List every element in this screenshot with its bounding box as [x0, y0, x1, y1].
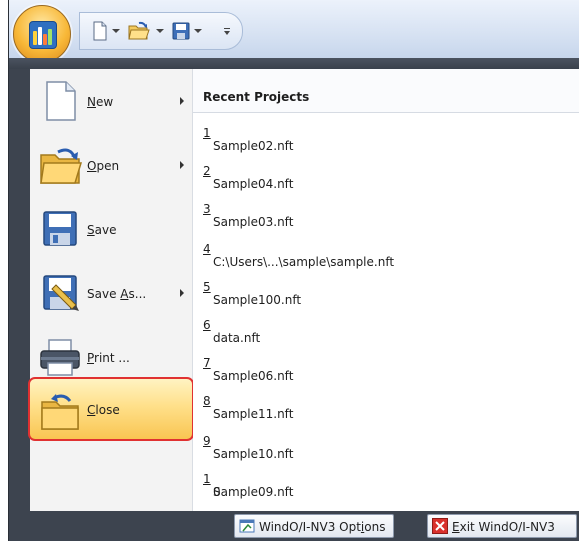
open-folder-icon: [40, 148, 82, 184]
new-document-icon: [46, 81, 76, 121]
open-folder-icon[interactable]: [128, 21, 150, 41]
submenu-arrow-icon: [180, 97, 184, 105]
quick-access-toolbar: [79, 12, 243, 50]
options-button[interactable]: WindO/I-NV3 Options: [234, 514, 394, 538]
application-window: New Open Save Save As... Print ... Close…: [8, 0, 579, 541]
menu-top-strip: [9, 58, 579, 69]
menu-item-close-label: Close: [87, 403, 120, 417]
recent-project-label: 5 Sample100.nft: [203, 280, 302, 307]
exit-button[interactable]: Exit WindO/I-NV3: [427, 514, 577, 538]
recent-project-item[interactable]: 4 C:\Users\...\sample\sample.nft: [193, 229, 579, 269]
close-folder-icon: [41, 394, 79, 430]
menu-bottom-bar: WindO/I-NV3 Options Exit WindO/I-NV3: [9, 511, 579, 541]
recent-project-label: 7 Sample06.nft: [203, 356, 294, 383]
recent-project-item[interactable]: 9 Sample10.nft: [193, 421, 579, 461]
save-disk-icon[interactable]: [172, 21, 190, 41]
application-menu-panel: New Open Save Save As... Print ... Close…: [28, 69, 579, 511]
recent-project-item[interactable]: 8 Sample11.nft: [193, 381, 579, 421]
menu-commands: New Open Save Save As... Print ... Close: [28, 69, 194, 511]
menu-item-save-label: Save: [87, 223, 117, 237]
recent-project-label: 1 Sample02.nft: [203, 126, 294, 153]
recent-project-item[interactable]: 5 Sample100.nft: [193, 267, 579, 307]
new-dropdown-icon[interactable]: [112, 29, 120, 33]
title-bar: [9, 0, 579, 63]
menu-item-close[interactable]: Close: [28, 377, 194, 441]
menu-item-save-as-label: Save As...: [87, 287, 147, 301]
customize-dropdown-icon[interactable]: [222, 21, 232, 41]
recent-project-item[interactable]: 2 Sample04.nft: [193, 151, 579, 191]
recent-project-label: 10 Sample09.nft: [203, 472, 294, 499]
menu-item-save[interactable]: Save: [30, 197, 192, 261]
exit-x-icon: [432, 518, 448, 534]
exit-button-label: Exit WindO/I-NV3: [452, 520, 555, 534]
recent-project-item[interactable]: 7 Sample06.nft: [193, 343, 579, 383]
options-button-label: WindO/I-NV3 Options: [259, 520, 386, 534]
save-as-icon: [43, 275, 79, 311]
app-logo-icon: [29, 21, 57, 49]
new-document-icon[interactable]: [92, 21, 108, 41]
recent-project-label: 4 C:\Users\...\sample\sample.nft: [203, 242, 395, 269]
menu-item-new-label: New: [87, 95, 114, 109]
application-button[interactable]: [13, 5, 71, 63]
recent-project-item[interactable]: 3 Sample03.nft: [193, 189, 579, 229]
open-dropdown-icon[interactable]: [156, 29, 164, 33]
recent-projects-title: Recent Projects: [203, 90, 310, 104]
recent-project-label: 8 Sample11.nft: [203, 394, 294, 421]
options-icon: [239, 519, 255, 533]
printer-icon: [40, 339, 80, 376]
recent-project-item[interactable]: 6 data.nft: [193, 305, 579, 345]
recent-project-label: 2 Sample04.nft: [203, 164, 294, 191]
menu-item-open[interactable]: Open: [30, 133, 192, 197]
recent-project-label: 6 data.nft: [203, 318, 261, 345]
save-disk-icon: [43, 211, 77, 246]
recent-project-label: 9 Sample10.nft: [203, 434, 294, 461]
menu-item-open-label: Open: [87, 159, 120, 173]
recent-projects-header: Recent Projects: [193, 69, 579, 113]
menu-item-new[interactable]: New: [30, 69, 192, 133]
menu-item-print-label: Print ...: [87, 351, 130, 365]
menu-item-save-as[interactable]: Save As...: [30, 261, 192, 325]
submenu-arrow-icon: [180, 161, 184, 169]
save-dropdown-icon[interactable]: [194, 29, 202, 33]
recent-projects-pane: Recent Projects 1 Sample02.nft 2 Sample0…: [193, 69, 579, 511]
recent-project-label: 3 Sample03.nft: [203, 202, 294, 229]
recent-project-item[interactable]: 10 Sample09.nft: [193, 459, 579, 499]
recent-project-item[interactable]: 1 Sample02.nft: [193, 113, 579, 153]
submenu-arrow-icon: [180, 289, 184, 297]
